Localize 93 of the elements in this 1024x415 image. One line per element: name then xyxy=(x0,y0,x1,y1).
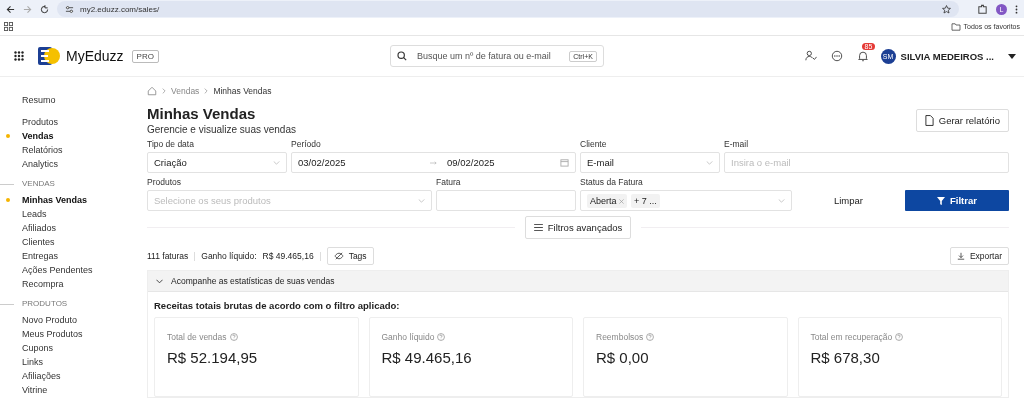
net-gain-label: Ganho líquido: xyxy=(201,251,257,261)
eye-slash-icon xyxy=(333,252,344,260)
sidebar-item[interactable]: Afiliações xyxy=(0,369,147,383)
stat-label: Total de vendas xyxy=(167,332,227,342)
net-gain-value: R$ 49.465,16 xyxy=(262,251,314,261)
menu-lines-icon xyxy=(533,224,543,231)
sidebar-item[interactable]: Afiliados xyxy=(0,221,147,235)
clear-button[interactable]: Limpar xyxy=(796,190,901,211)
breadcrumb-link[interactable]: Vendas xyxy=(171,86,200,96)
input-field[interactable]: Insira o e-mail xyxy=(724,152,1009,173)
bookmark-star-icon[interactable] xyxy=(942,4,951,14)
funnel-icon xyxy=(937,196,946,205)
sidebar-item[interactable]: Vitrine xyxy=(0,383,147,397)
stat-value: R$ 49.465,16 xyxy=(381,349,473,366)
stat-value: R$ 0,00 xyxy=(596,349,650,366)
breadcrumb-link[interactable]: Minhas Vendas xyxy=(213,86,272,96)
back-icon[interactable] xyxy=(6,4,15,14)
sidebar-item[interactable]: Produtos xyxy=(0,115,147,129)
apps-grid-icon[interactable] xyxy=(14,51,24,61)
stats-title: Receitas totais brutas de acordo com o filtro aplicado: xyxy=(153,299,401,313)
search-icon xyxy=(396,51,407,61)
chat-icon[interactable] xyxy=(830,50,843,62)
chevron-down-icon xyxy=(273,160,280,165)
stat-label: Reembolsos xyxy=(596,332,644,342)
chevron-down-icon xyxy=(418,198,425,203)
more-menu-icon[interactable] xyxy=(1015,4,1018,14)
export-button[interactable]: Exportar xyxy=(949,247,1009,265)
site-settings-icon[interactable] xyxy=(65,4,74,14)
input-field[interactable] xyxy=(436,190,576,211)
plan-badge: PRO xyxy=(131,49,159,63)
apps-grid-icon[interactable] xyxy=(4,22,13,31)
chevron-down-icon xyxy=(706,160,713,165)
report-button[interactable]: Gerar relatório xyxy=(915,109,1009,132)
multi-select-field[interactable]: Aberta + 7 ... xyxy=(580,190,792,211)
sidebar-item[interactable]: Vendas xyxy=(0,129,147,143)
sidebar-item[interactable]: Analytics xyxy=(0,157,147,171)
field-label: Fatura xyxy=(436,176,462,189)
chevron-down-icon xyxy=(778,198,785,203)
chevron-right-icon xyxy=(204,88,209,94)
sidebar-item[interactable]: Links xyxy=(0,355,147,369)
folder-icon[interactable] xyxy=(950,22,961,31)
caret-icon[interactable] xyxy=(1008,53,1016,59)
url-text: my2.eduzz.com/sales/ xyxy=(80,4,161,14)
page-subtitle: Gerencie e visualize suas vendas xyxy=(147,124,296,135)
date-range-field[interactable]: 03/02/2025 09/02/2025 xyxy=(291,152,576,173)
people-icon[interactable] xyxy=(804,50,817,62)
dropdown[interactable]: E-mail xyxy=(580,152,720,173)
extensions-icon[interactable] xyxy=(977,3,988,15)
field-label: Período xyxy=(291,138,322,151)
field-label: Produtos xyxy=(147,176,183,189)
field-label: Cliente xyxy=(580,138,608,151)
sidebar-item[interactable]: Novo Produto xyxy=(0,313,147,327)
sidebar-item[interactable]: Minhas Vendas xyxy=(0,193,147,207)
address-bar[interactable]: my2.eduzz.com/sales/ xyxy=(57,1,959,17)
field-label: Status da Fatura xyxy=(580,176,644,189)
sidebar-item[interactable]: Cupons xyxy=(0,341,147,355)
app-name: MyEduzz xyxy=(66,48,124,64)
sidebar-item[interactable]: Entregas xyxy=(0,249,147,263)
status-tag[interactable]: Aberta xyxy=(587,193,628,208)
sidebar-item[interactable]: Meus Produtos xyxy=(0,327,147,341)
sidebar-item[interactable]: Ações Pendentes xyxy=(0,263,147,277)
section-heading: VENDAS xyxy=(0,179,147,188)
bell-icon[interactable] xyxy=(856,50,869,62)
stat-value: R$ 678,30 xyxy=(810,349,881,366)
sidebar-item[interactable]: Resumo xyxy=(0,93,147,107)
stat-label: Total em recuperação xyxy=(810,332,893,342)
chevron-right-icon xyxy=(162,88,166,94)
stat-label: Ganho líquido xyxy=(381,332,435,342)
logo-icon xyxy=(38,45,60,67)
advanced-filters-button[interactable]: Filtros avançados xyxy=(524,216,632,239)
page-title: Minhas Vendas xyxy=(147,105,257,123)
sidebar-item[interactable]: Recompra xyxy=(0,277,147,291)
arrow-right-icon xyxy=(430,160,437,165)
section-heading: PRODUTOS xyxy=(0,299,147,308)
stat-value: R$ 52.194,95 xyxy=(167,349,259,366)
tags-button[interactable]: Tags xyxy=(326,247,374,265)
sidebar-item[interactable]: Leads xyxy=(0,207,147,221)
reload-icon[interactable] xyxy=(40,4,49,14)
user-name[interactable]: SILVIA MEDEIROS ... xyxy=(900,50,994,62)
field-label: Tipo de data xyxy=(147,138,195,151)
chevron-down-icon xyxy=(156,278,163,284)
download-icon xyxy=(956,252,965,260)
sidebar-item[interactable]: Relatórios xyxy=(0,143,147,157)
invoice-count: 111 faturas xyxy=(147,251,189,261)
document-icon xyxy=(924,115,934,126)
search-field[interactable]: Busque um nº de fatura ou e-mail xyxy=(414,50,562,62)
calendar-icon xyxy=(560,158,569,167)
sidebar-item[interactable]: Clientes xyxy=(0,235,147,249)
dropdown[interactable]: Criação xyxy=(147,152,287,173)
field-label: E-mail xyxy=(724,138,750,151)
more-tags-count[interactable]: + 7 ... xyxy=(631,193,660,208)
filter-button[interactable]: Filtrar xyxy=(905,190,1009,211)
stats-toggle[interactable]: Acompanhe as estatísticas de suas vendas xyxy=(148,271,1008,292)
